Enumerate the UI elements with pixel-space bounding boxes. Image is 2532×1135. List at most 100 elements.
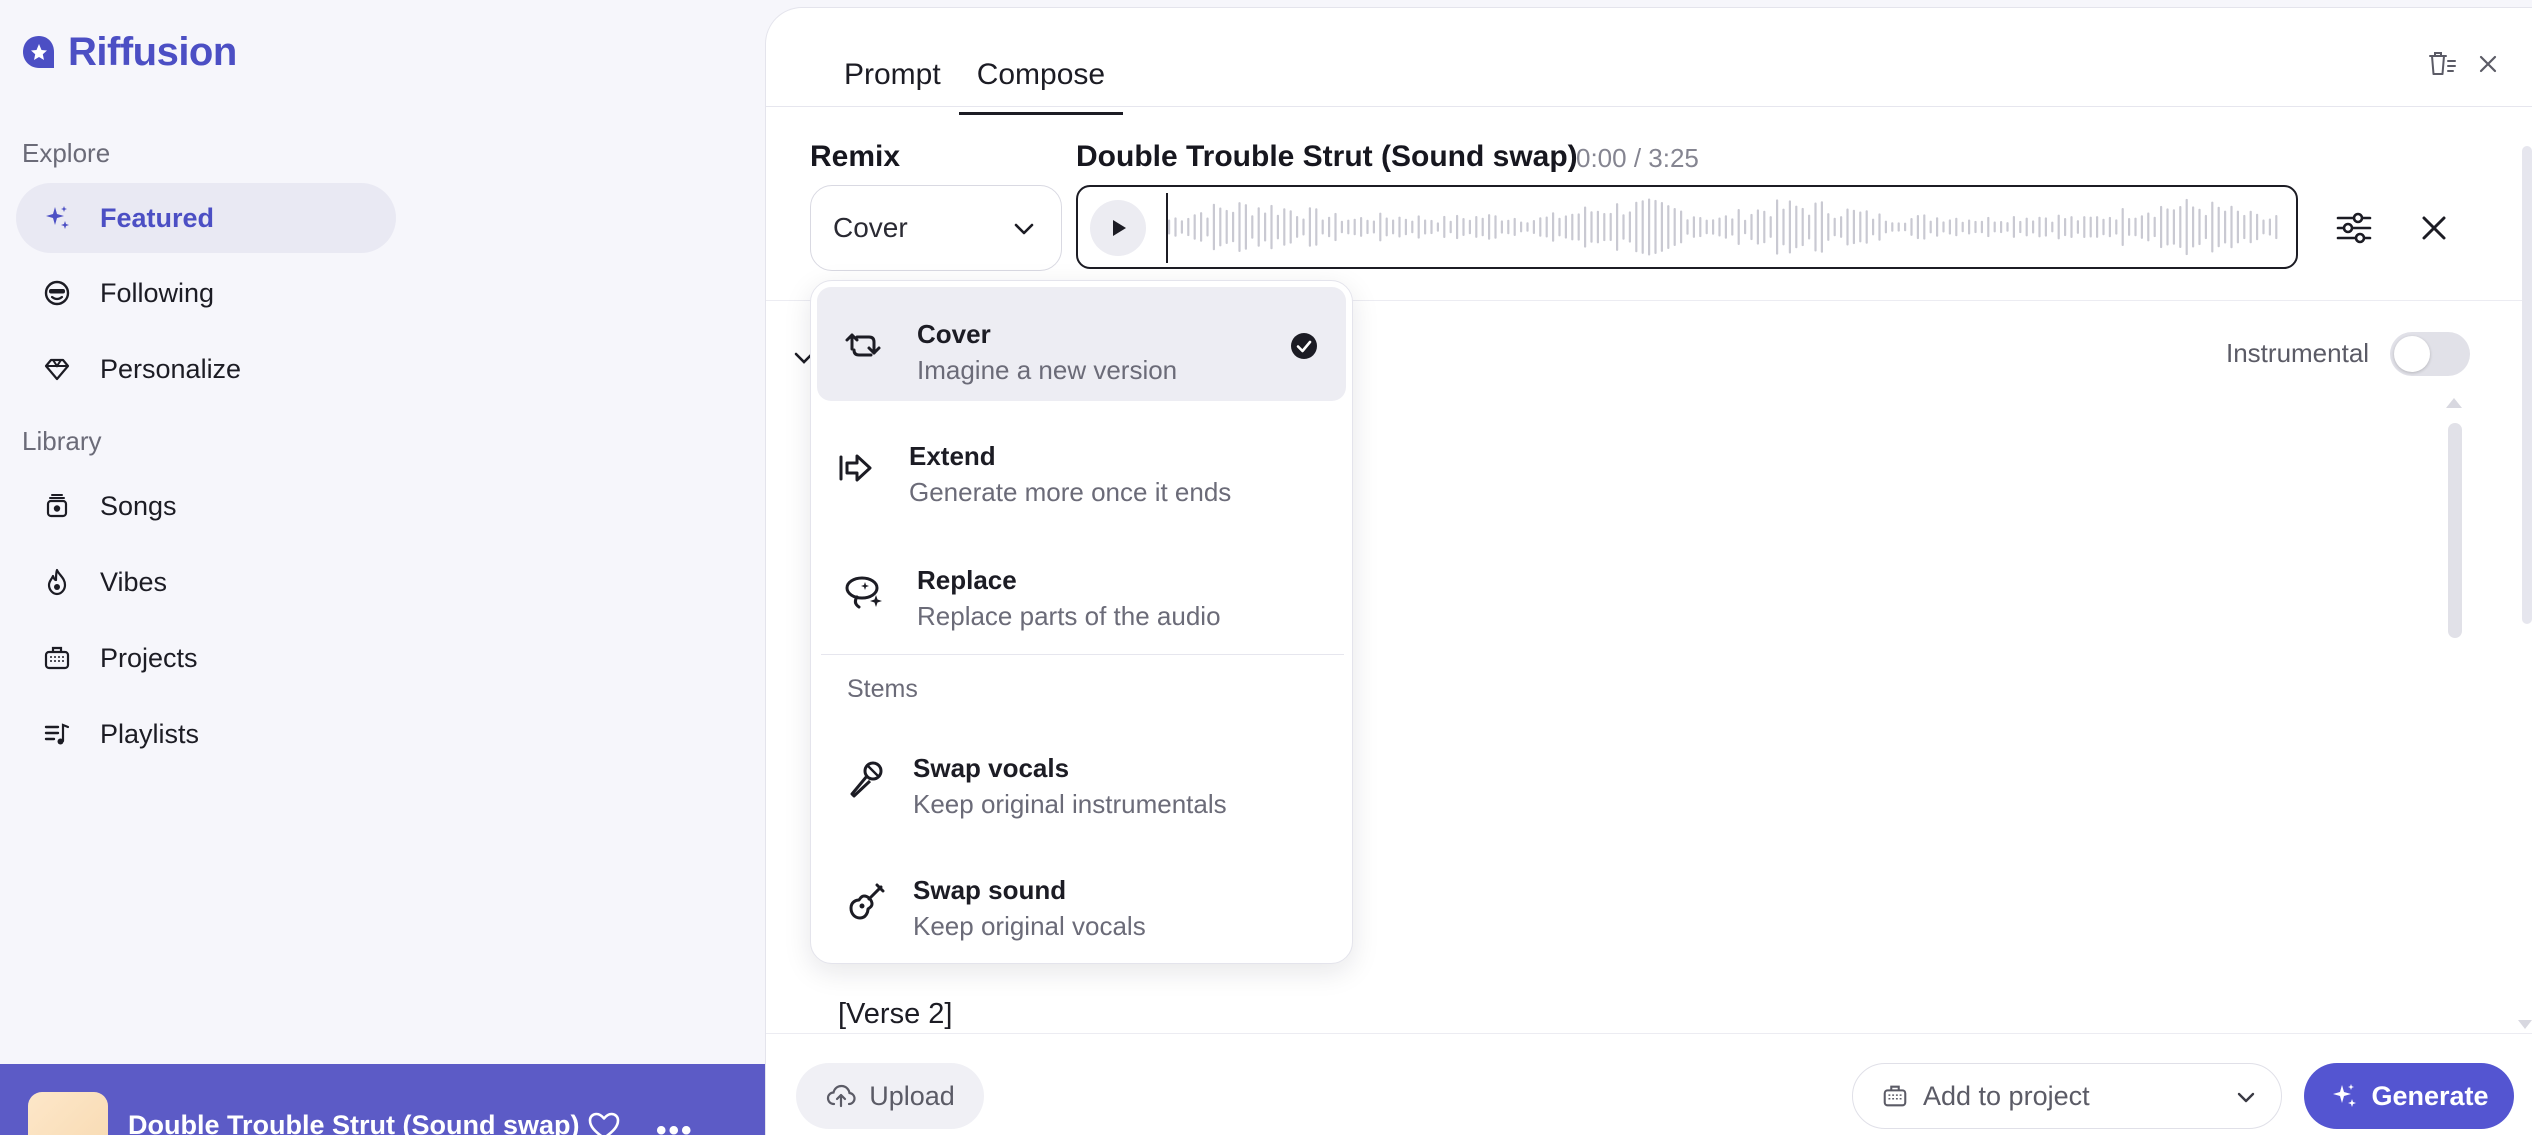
menu-item-title: Extend [909, 441, 996, 471]
waveform-bar [2185, 198, 2188, 256]
instrumental-label: Instrumental [2226, 338, 2370, 368]
play-button[interactable] [1090, 200, 1146, 256]
waveform-bar [1238, 202, 1241, 252]
waveform-bar [1558, 217, 1561, 237]
waveform-bar [1718, 217, 1721, 237]
waveform-bar [1174, 217, 1177, 237]
sidebar-item-following[interactable]: Following [16, 258, 396, 328]
lyrics-scrollbar[interactable] [2448, 423, 2462, 638]
waveform-bar [1699, 217, 1702, 238]
waveform-bar [2025, 217, 2028, 237]
sidebar-item-personalize[interactable]: Personalize [16, 334, 396, 404]
waveform-bar [1411, 220, 1414, 234]
upload-button[interactable]: Upload [796, 1063, 984, 1129]
clear-button[interactable] [2420, 42, 2464, 86]
waveform-bar [2198, 208, 2201, 246]
waveform-bar [2051, 221, 2054, 233]
waveform-bar [1788, 200, 1791, 254]
sidebar-item-label: Vibes [100, 566, 168, 597]
waveform-bar [1225, 209, 1228, 244]
waveform-bar [1603, 213, 1606, 242]
instrumental-toggle[interactable] [2390, 332, 2470, 376]
sidebar-item-featured[interactable]: Featured [16, 183, 396, 253]
waveform-player[interactable] [1076, 185, 2298, 269]
remove-track-button[interactable] [2412, 206, 2456, 250]
waveform-bar [2134, 217, 2137, 237]
waveform-bar [1756, 209, 1759, 245]
waveform-bar [1916, 215, 1919, 240]
waveform-bar [1264, 212, 1267, 242]
menu-item-extend[interactable]: Extend Generate more once it ends [817, 409, 1346, 523]
track-artwork[interactable] [28, 1092, 108, 1135]
menu-item-swap-sound[interactable]: Swap sound Keep original vocals [817, 843, 1346, 957]
waveform-bar [1891, 222, 1894, 232]
waveform-bar [1315, 208, 1318, 246]
scroll-down-arrow[interactable] [2518, 1020, 2532, 1029]
playhead[interactable] [1166, 193, 1168, 263]
chevron-down-icon [1014, 223, 1034, 235]
waveform-bar [1993, 221, 1996, 233]
menu-item-cover[interactable]: Cover Imagine a new version [817, 287, 1346, 401]
waveform[interactable] [1164, 187, 2284, 267]
sidebar-item-vibes[interactable]: Vibes [16, 547, 396, 617]
menu-item-title: Cover [917, 319, 991, 349]
waveform-bar [1955, 217, 1958, 237]
waveform-bar [2121, 208, 2124, 246]
waveform-bar [1180, 220, 1183, 234]
waveform-bar [1347, 219, 1350, 235]
waveform-bar [1404, 218, 1407, 236]
upload-label: Upload [869, 1080, 955, 1111]
waveform-bar [1334, 212, 1337, 242]
waveform-bar [1257, 207, 1260, 247]
panel-scrollbar[interactable] [2522, 146, 2532, 624]
sidebar-item-songs[interactable]: Songs [16, 471, 396, 541]
waveform-bar [1219, 207, 1222, 247]
waveform-bar [1673, 208, 1676, 246]
waveform-bar [2108, 216, 2111, 238]
waveform-bar [2249, 210, 2252, 244]
player-track-title[interactable]: Double Trouble Strut (Sound swap) [128, 1110, 580, 1135]
waveform-bar [2268, 218, 2271, 236]
menu-item-replace[interactable]: Replace Replace parts of the audio [817, 533, 1346, 647]
app-logo[interactable]: Riffusion [20, 30, 237, 75]
waveform-bar [1872, 218, 1875, 236]
waveform-bar [1609, 212, 1612, 241]
waveform-bar [1372, 220, 1375, 234]
waveform-bar [1385, 217, 1388, 237]
waveform-bar [1500, 220, 1503, 234]
menu-item-title: Replace [917, 565, 1017, 595]
waveform-bar [1814, 202, 1817, 252]
scroll-up-arrow[interactable] [2446, 398, 2462, 408]
menu-item-swap-vocals[interactable]: Swap vocals Keep original instrumentals [817, 721, 1346, 835]
waveform-bar [1513, 217, 1516, 236]
waveform-bar [1520, 221, 1523, 233]
more-options-icon[interactable]: ••• [656, 1114, 694, 1135]
waveform-bar [1859, 211, 1862, 243]
stems-section-label: Stems [847, 675, 918, 703]
waveform-bar [1571, 213, 1574, 241]
waveform-bar [1539, 217, 1542, 237]
menu-item-title: Swap sound [913, 875, 1067, 905]
waveform-bar [2224, 210, 2227, 244]
generate-button[interactable]: Generate [2304, 1063, 2514, 1129]
waveform-bar [1968, 219, 1971, 235]
explore-section-label: Explore [22, 138, 111, 168]
remix-settings-button[interactable] [2332, 206, 2376, 250]
waveform-bar [1340, 220, 1343, 234]
waveform-bar [1244, 204, 1247, 250]
waveform-bar [1532, 220, 1535, 234]
lyrics-verse-label[interactable]: [Verse 2] [838, 998, 952, 1031]
sidebar-item-projects[interactable]: Projects [16, 623, 396, 693]
heart-icon[interactable] [586, 1108, 622, 1135]
waveform-bar [1987, 216, 1990, 238]
sidebar-item-playlists[interactable]: Playlists [16, 699, 396, 769]
remix-mode-menu: Cover Imagine a new version Extend Gener… [810, 280, 1353, 964]
remix-mode-select[interactable]: Cover [810, 185, 1062, 271]
waveform-bar [1468, 219, 1471, 235]
waveform-bar [2102, 218, 2105, 236]
waveform-bar [2179, 206, 2182, 248]
track-title: Double Trouble Strut (Sound swap) [1076, 140, 1578, 173]
add-to-project-select[interactable]: Add to project [1852, 1063, 2282, 1129]
close-panel-button[interactable] [2466, 42, 2510, 86]
waveform-bar [1827, 213, 1830, 241]
